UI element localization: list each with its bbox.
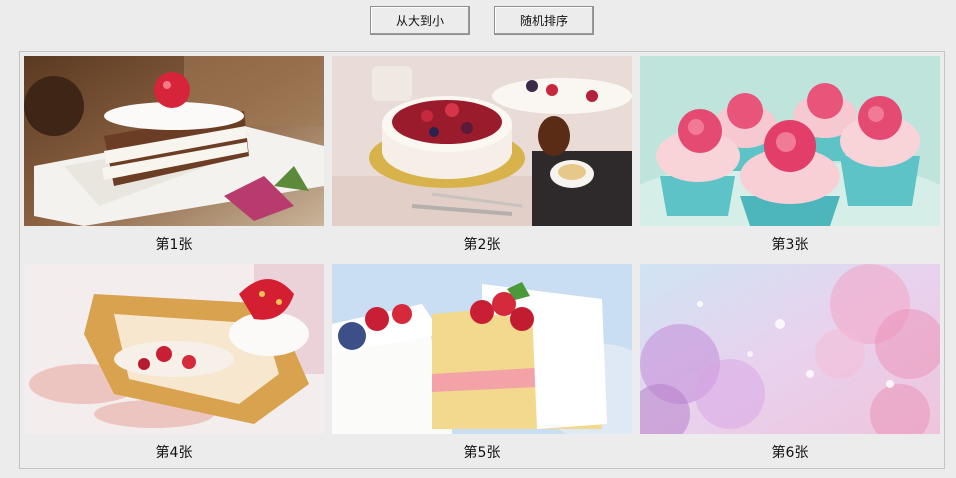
image-caption: 第4张 — [155, 445, 193, 461]
toolbar: 从大到小 随机排序 — [0, 6, 956, 35]
image-caption: 第1张 — [155, 237, 193, 253]
gallery-item-4: 第4张 — [24, 264, 324, 468]
image-gallery: 第1张 第2张 第3张 第4张 第5张 第6张 — [19, 51, 945, 469]
image-caption: 第3张 — [771, 237, 809, 253]
gallery-item-3: 第3张 — [640, 56, 940, 260]
image-caption: 第5张 — [463, 445, 501, 461]
gallery-item-6: 第6张 — [640, 264, 940, 468]
gallery-item-2: 第2张 — [332, 56, 632, 260]
random-sort-button[interactable]: 随机排序 — [494, 6, 594, 35]
image-caption: 第2张 — [463, 237, 501, 253]
cake-image-4[interactable] — [24, 264, 324, 434]
gallery-item-5: 第5张 — [332, 264, 632, 468]
cake-image-1[interactable] — [24, 56, 324, 226]
gallery-item-1: 第1张 — [24, 56, 324, 260]
cake-image-2[interactable] — [332, 56, 632, 226]
cake-image-6[interactable] — [640, 264, 940, 434]
sort-descending-button[interactable]: 从大到小 — [370, 6, 470, 35]
cake-image-5[interactable] — [332, 264, 632, 434]
image-caption: 第6张 — [771, 445, 809, 461]
cake-image-3[interactable] — [640, 56, 940, 226]
